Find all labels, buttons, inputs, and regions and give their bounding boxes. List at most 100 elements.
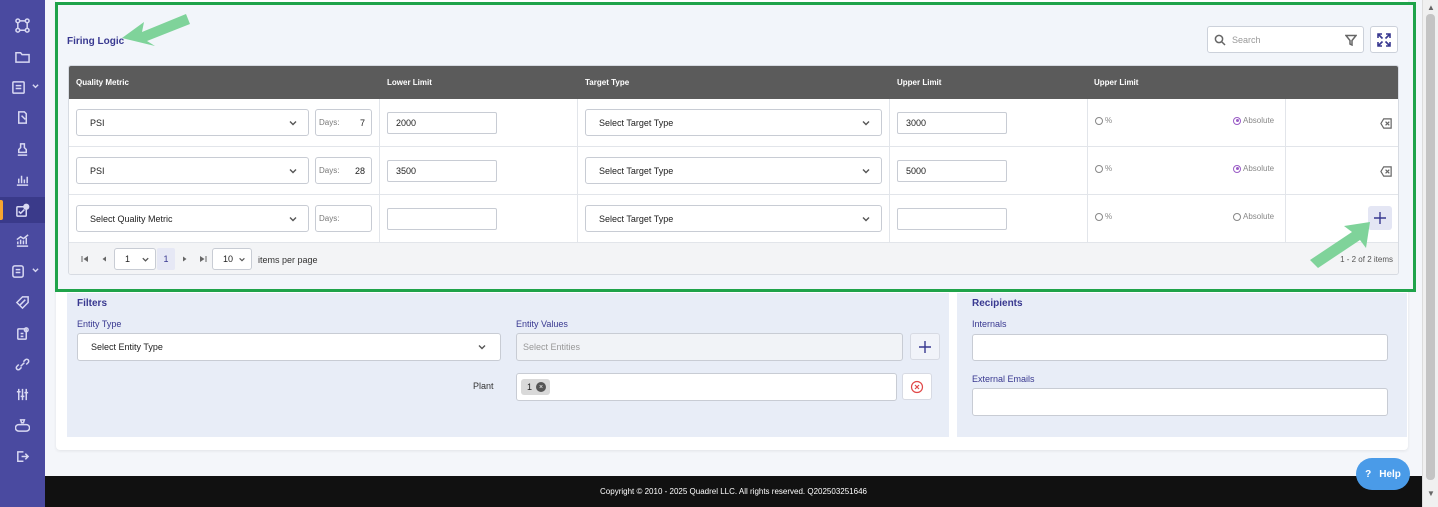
annotation-arrow-icon	[1310, 222, 1370, 268]
scrollbar[interactable]: ▲ ▼	[1422, 0, 1438, 507]
quality-metric-select[interactable]: PSI	[76, 157, 309, 184]
target-type-select[interactable]: Select Target Type	[585, 205, 882, 232]
internals-input[interactable]	[972, 334, 1388, 361]
filters-title: Filters	[77, 298, 108, 309]
folder-icon[interactable]	[0, 43, 45, 69]
grid-pager: 1 1 10 items per page 1 - 2 of 2 items	[69, 243, 1398, 274]
expand-icon	[1377, 32, 1391, 47]
target-type-select[interactable]: Select Target Type	[585, 109, 882, 136]
scroll-down-icon[interactable]: ▼	[1426, 488, 1436, 498]
quality-metric-select[interactable]: Select Quality Metric	[76, 205, 309, 232]
entity-values-label: Entity Values	[516, 319, 568, 329]
current-page[interactable]: 1	[157, 248, 175, 270]
chevron-down-icon	[289, 120, 297, 125]
days-input[interactable]: Days: 7	[315, 109, 372, 136]
lower-limit-input[interactable]	[387, 208, 497, 230]
form-dropdown-icon[interactable]	[0, 74, 45, 100]
entity-type-label: Entity Type	[77, 319, 122, 329]
first-page-icon[interactable]	[81, 255, 89, 263]
items-per-page-label: items per page	[258, 255, 318, 265]
column-header-upper-limit-mode: Upper Limit	[1094, 78, 1139, 87]
remove-row-icon[interactable]	[1379, 164, 1393, 178]
expand-button[interactable]	[1370, 26, 1398, 53]
trend-chart-icon[interactable]	[0, 227, 45, 253]
last-page-icon[interactable]	[199, 255, 207, 263]
external-emails-label: External Emails	[972, 374, 1035, 384]
filter-icon[interactable]	[1345, 34, 1357, 46]
chevron-down-icon	[239, 257, 245, 261]
quality-metric-select[interactable]: PSI	[76, 109, 309, 136]
bar-chart-icon[interactable]	[0, 166, 45, 192]
scroll-thumb[interactable]	[1426, 14, 1435, 480]
next-page-icon[interactable]	[181, 255, 189, 263]
upper-limit-input[interactable]	[897, 208, 1007, 230]
plant-label: Plant	[473, 381, 494, 391]
lower-limit-input[interactable]: 2000	[387, 112, 497, 134]
search-placeholder: Search	[1232, 34, 1261, 45]
document-edit-icon[interactable]	[0, 104, 45, 130]
absolute-radio[interactable]: Absolute	[1233, 212, 1274, 221]
entity-values-input[interactable]: Select Entities	[516, 333, 903, 361]
chevron-down-icon	[862, 120, 870, 125]
sliders-icon[interactable]	[0, 381, 45, 407]
hierarchy-icon[interactable]	[0, 12, 45, 38]
chevron-down-icon	[478, 345, 486, 350]
chevron-down-icon	[862, 216, 870, 221]
help-label: Help	[1379, 468, 1401, 480]
alert-check-icon[interactable]	[0, 197, 45, 223]
page-select[interactable]: 1	[114, 248, 156, 270]
absolute-radio[interactable]: Absolute	[1233, 164, 1274, 173]
remove-entity-button[interactable]	[902, 373, 932, 400]
days-input[interactable]: Days: 28	[315, 157, 372, 184]
percent-radio[interactable]: %	[1095, 164, 1112, 173]
chevron-down-icon	[862, 168, 870, 173]
money-bag-icon[interactable]	[0, 412, 45, 438]
add-entity-button[interactable]	[910, 333, 940, 360]
plant-chip[interactable]: 1 ×	[521, 379, 551, 395]
recipients-section: Recipients Internals External Emails	[957, 293, 1407, 437]
chip-remove-icon[interactable]: ×	[536, 382, 547, 392]
table-row: PSI Days: 7 2000 Select Target Type 3000 …	[69, 99, 1398, 147]
tag-icon[interactable]	[0, 289, 45, 315]
days-input[interactable]: Days:	[315, 205, 372, 232]
filters-section: Filters Entity Type Select Entity Type E…	[67, 293, 949, 437]
page-size-select[interactable]: 10	[212, 248, 252, 270]
upper-limit-input[interactable]: 3000	[897, 112, 1007, 134]
search-input[interactable]: Search	[1207, 26, 1364, 53]
plant-values-input[interactable]: 1 ×	[516, 373, 897, 401]
chevron-down-icon	[142, 257, 149, 262]
table-row: PSI Days: 28 3500 Select Target Type 5000…	[69, 147, 1398, 195]
table-row: Select Quality Metric Days: Select Targe…	[69, 195, 1398, 243]
lower-limit-input[interactable]: 3500	[387, 160, 497, 182]
help-icon: ?	[1365, 468, 1372, 480]
percent-radio[interactable]: %	[1095, 116, 1112, 125]
absolute-radio[interactable]: Absolute	[1233, 116, 1274, 125]
firing-logic-section: Firing Logic Search Quality Metric Lower…	[55, 2, 1416, 292]
grid-header: Quality Metric Lower Limit Target Type U…	[69, 66, 1398, 99]
target-type-select[interactable]: Select Target Type	[585, 157, 882, 184]
entity-type-select[interactable]: Select Entity Type	[77, 333, 501, 361]
stamp-icon[interactable]	[0, 136, 45, 162]
logout-icon[interactable]	[0, 443, 45, 469]
column-header-lower-limit: Lower Limit	[387, 78, 432, 87]
remove-row-icon[interactable]	[1379, 116, 1393, 130]
chevron-down-icon	[289, 216, 297, 221]
scroll-up-icon[interactable]: ▲	[1426, 2, 1436, 12]
clipboard-badge-icon[interactable]	[0, 320, 45, 346]
previous-page-icon[interactable]	[100, 255, 108, 263]
external-emails-input[interactable]	[972, 388, 1388, 416]
plus-icon	[1374, 212, 1386, 224]
firing-logic-title: Firing Logic	[67, 36, 125, 47]
notes-dropdown-icon[interactable]	[0, 258, 45, 284]
plus-icon	[919, 340, 931, 353]
copyright-text: Copyright © 2010 - 2025 Quadrel LLC. All…	[600, 487, 867, 496]
close-circle-icon	[910, 380, 924, 393]
footer: Copyright © 2010 - 2025 Quadrel LLC. All…	[45, 476, 1422, 507]
sidebar	[0, 0, 45, 507]
column-header-quality-metric: Quality Metric	[76, 78, 129, 87]
link-icon[interactable]	[0, 351, 45, 377]
percent-radio[interactable]: %	[1095, 212, 1112, 221]
help-button[interactable]: ? Help	[1356, 458, 1410, 490]
upper-limit-input[interactable]: 5000	[897, 160, 1007, 182]
column-header-target-type: Target Type	[585, 78, 630, 87]
